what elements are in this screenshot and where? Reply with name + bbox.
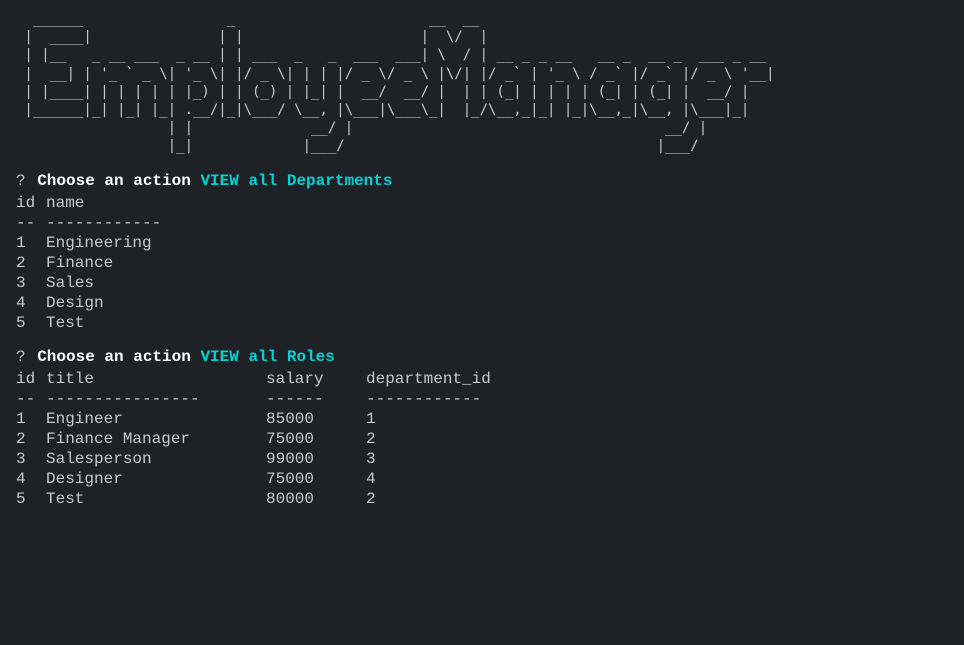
role-deptid-1: 1 (366, 410, 376, 428)
dept-id-3: 3 (16, 274, 46, 292)
table-row: 4 Designer 75000 4 (16, 470, 948, 488)
table-row: 4 Design (16, 294, 948, 312)
table-row: 5 Test (16, 314, 948, 332)
dept-name-2: Finance (46, 254, 113, 272)
dept-name-5: Test (46, 314, 84, 332)
roles-section: ? Choose an action VIEW all Roles id tit… (16, 348, 948, 508)
table-row: 2 Finance Manager 75000 2 (16, 430, 948, 448)
role-id-2: 2 (16, 430, 46, 448)
dept-id-5: 5 (16, 314, 46, 332)
spacer-1 (191, 172, 201, 190)
role-deptid-2: 2 (366, 430, 376, 448)
dept-name-3: Sales (46, 274, 94, 292)
role-id-3: 3 (16, 450, 46, 468)
roles-divider: -- ---------------- ------ ------------ (16, 390, 948, 408)
roles-action: VIEW all Roles (200, 348, 334, 366)
roles-prompt: ? Choose an action VIEW all Roles (16, 348, 948, 366)
table-row: 5 Test 80000 2 (16, 490, 948, 508)
ascii-art-header: ______ _ __ __ | ____| | | | \/ | | |__ … (16, 10, 948, 156)
role-title-2: Finance Manager (46, 430, 266, 448)
role-divider-salary: ------ (266, 390, 366, 408)
table-row: 3 Sales (16, 274, 948, 292)
dept-col-name-header: name (46, 194, 84, 212)
role-id-4: 4 (16, 470, 46, 488)
role-salary-3: 99000 (266, 450, 366, 468)
role-salary-4: 75000 (266, 470, 366, 488)
role-salary-2: 75000 (266, 430, 366, 448)
table-row: 2 Finance (16, 254, 948, 272)
dept-id-2: 2 (16, 254, 46, 272)
role-id-5: 5 (16, 490, 46, 508)
role-title-5: Test (46, 490, 266, 508)
departments-section: ? Choose an action VIEW all Departments … (16, 172, 948, 332)
departments-divider: -- ------------ (16, 214, 948, 232)
dept-col-id-header: id (16, 194, 46, 212)
roles-table: id title salary department_id -- -------… (16, 370, 948, 508)
departments-table: id name -- ------------ 1 Engineering 2 … (16, 194, 948, 332)
roles-header: id title salary department_id (16, 370, 948, 388)
role-salary-5: 80000 (266, 490, 366, 508)
departments-action: VIEW all Departments (200, 172, 392, 190)
dept-name-1: Engineering (46, 234, 152, 252)
prompt-label-1: Choose an action (37, 172, 191, 190)
ascii-art-text: ______ _ __ __ | ____| | | | \/ | | |__ … (16, 10, 948, 156)
departments-prompt: ? Choose an action VIEW all Departments (16, 172, 948, 190)
table-row: 3 Salesperson 99000 3 (16, 450, 948, 468)
role-salary-1: 85000 (266, 410, 366, 428)
role-divider-deptid: ------------ (366, 390, 481, 408)
role-divider-title: ---------------- (46, 390, 266, 408)
dept-divider-name: ------------ (46, 214, 161, 232)
spacer-2 (191, 348, 201, 366)
role-col-salary-header: salary (266, 370, 366, 388)
table-row: 1 Engineering (16, 234, 948, 252)
terminal-window: ______ _ __ __ | ____| | | | \/ | | |__ … (16, 10, 948, 508)
role-col-id-header: id (16, 370, 46, 388)
dept-id-1: 1 (16, 234, 46, 252)
role-title-1: Engineer (46, 410, 266, 428)
role-title-3: Salesperson (46, 450, 266, 468)
role-deptid-5: 2 (366, 490, 376, 508)
prompt-char-1: ? (16, 172, 35, 190)
role-id-1: 1 (16, 410, 46, 428)
prompt-char-2: ? (16, 348, 35, 366)
dept-name-4: Design (46, 294, 104, 312)
role-deptid-4: 4 (366, 470, 376, 488)
role-deptid-3: 3 (366, 450, 376, 468)
role-col-title-header: title (46, 370, 266, 388)
dept-divider-id: -- (16, 214, 46, 232)
role-title-4: Designer (46, 470, 266, 488)
table-row: 1 Engineer 85000 1 (16, 410, 948, 428)
prompt-label-2: Choose an action (37, 348, 191, 366)
dept-id-4: 4 (16, 294, 46, 312)
role-col-deptid-header: department_id (366, 370, 491, 388)
role-divider-id: -- (16, 390, 46, 408)
departments-header: id name (16, 194, 948, 212)
